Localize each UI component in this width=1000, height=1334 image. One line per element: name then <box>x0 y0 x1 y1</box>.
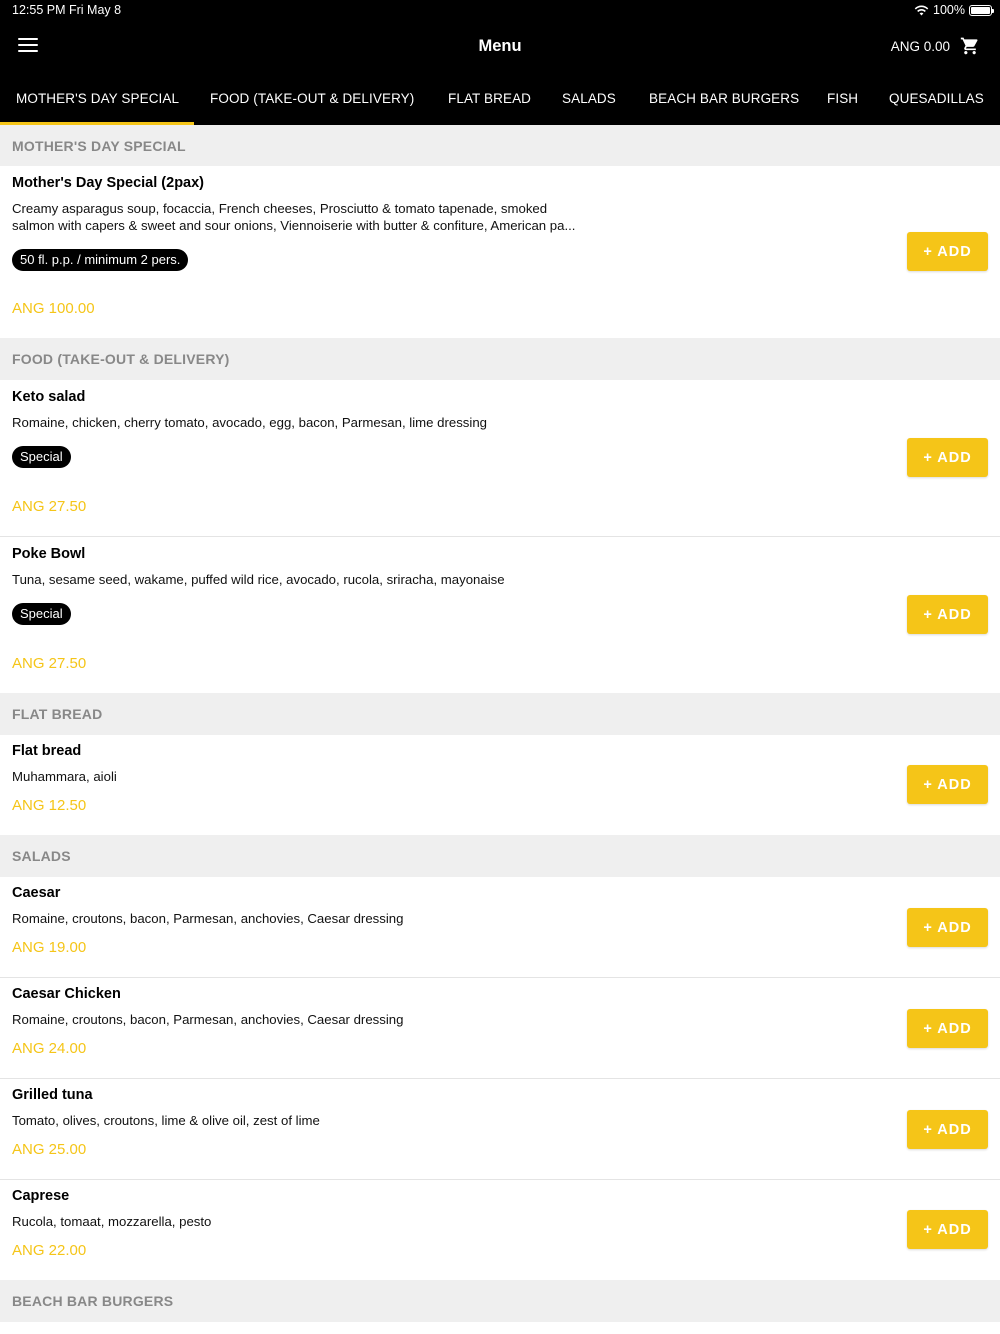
section-header: BEACH BAR BURGERS <box>0 1280 1000 1322</box>
category-tabs: MOTHER'S DAY SPECIAL FOOD (TAKE-OUT & DE… <box>0 72 1000 125</box>
top-bar: 12:55 PM Fri May 8 100% Menu ANG 0.00 MO… <box>0 0 1000 125</box>
item-description: Rucola, tomaat, mozzarella, pesto <box>12 1214 212 1229</box>
add-button[interactable]: + ADD <box>907 438 988 477</box>
item-price: ANG 24.00 <box>12 1040 87 1057</box>
item-badge: Special <box>12 603 71 625</box>
section-header: SALADS <box>0 835 1000 877</box>
add-button[interactable]: + ADD <box>907 765 988 804</box>
item-name: Poke Bowl <box>12 546 86 562</box>
item-description: Tuna, sesame seed, wakame, puffed wild r… <box>12 572 505 587</box>
item-badge: 50 fl. p.p. / minimum 2 pers. <box>12 249 189 271</box>
item-name: Flat bread <box>12 743 82 759</box>
tab-mothers-day-special[interactable]: MOTHER'S DAY SPECIAL <box>0 72 194 125</box>
battery-icon <box>969 4 994 16</box>
item-price: ANG 27.50 <box>12 655 87 672</box>
menu-item: Flat bread Muhammara, aioli ANG 12.50 + … <box>0 735 1000 835</box>
item-description: Romaine, croutons, bacon, Parmesan, anch… <box>12 1012 404 1027</box>
item-description: Muhammara, aioli <box>12 769 117 784</box>
menu-item: Caprese Rucola, tomaat, mozzarella, pest… <box>0 1180 1000 1280</box>
shopping-cart-icon[interactable] <box>960 36 980 56</box>
item-description: Romaine, chicken, cherry tomato, avocado… <box>12 415 487 430</box>
add-button[interactable]: + ADD <box>907 1110 988 1149</box>
add-button[interactable]: + ADD <box>907 1009 988 1048</box>
item-price: ANG 12.50 <box>12 797 87 814</box>
item-badge: Special <box>12 446 71 468</box>
menu-item: Keto salad Romaine, chicken, cherry toma… <box>0 380 1000 537</box>
item-name: Grilled tuna <box>12 1087 93 1103</box>
item-price: ANG 27.50 <box>12 498 87 515</box>
item-name: Caesar Chicken <box>12 986 121 1002</box>
status-right: 100% <box>914 3 994 17</box>
page-title: Menu <box>478 37 522 55</box>
menu-item: Grilled tuna Tomato, olives, croutons, l… <box>0 1079 1000 1180</box>
menu-list: MOTHER'S DAY SPECIAL Mother's Day Specia… <box>0 125 1000 1322</box>
item-description: Creamy asparagus soup, focaccia, French … <box>12 200 575 234</box>
menu-item: Caesar Romaine, croutons, bacon, Parmesa… <box>0 877 1000 978</box>
cart-total[interactable]: ANG 0.00 <box>891 39 950 54</box>
tab-quesadillas[interactable]: QUESADILLAS <box>873 72 1000 125</box>
menu-item: Caesar Chicken Romaine, croutons, bacon,… <box>0 978 1000 1079</box>
item-description: Romaine, croutons, bacon, Parmesan, anch… <box>12 911 404 926</box>
item-price: ANG 100.00 <box>12 300 95 317</box>
section-header: FOOD (TAKE-OUT & DELIVERY) <box>0 338 1000 380</box>
add-button[interactable]: + ADD <box>907 1210 988 1249</box>
tab-food-take-out-delivery[interactable]: FOOD (TAKE-OUT & DELIVERY) <box>194 72 432 125</box>
add-button[interactable]: + ADD <box>907 595 988 634</box>
item-price: ANG 19.00 <box>12 939 87 956</box>
section-header: MOTHER'S DAY SPECIAL <box>0 125 1000 166</box>
tab-fish[interactable]: FISH <box>811 72 873 125</box>
item-name: Mother's Day Special (2pax) <box>12 175 205 191</box>
menu-item: Poke Bowl Tuna, sesame seed, wakame, puf… <box>0 537 1000 693</box>
item-price: ANG 25.00 <box>12 1141 87 1158</box>
tab-beach-bar-burgers[interactable]: BEACH BAR BURGERS <box>633 72 811 125</box>
status-date: Fri May 8 <box>69 3 122 17</box>
status-time: 12:55 PM <box>12 3 66 17</box>
tab-flat-bread[interactable]: FLAT BREAD <box>432 72 546 125</box>
section-header: FLAT BREAD <box>0 693 1000 735</box>
item-name: Caprese <box>12 1188 70 1204</box>
item-description: Tomato, olives, croutons, lime & olive o… <box>12 1113 320 1128</box>
nav-bar: Menu ANG 0.00 <box>0 22 1000 72</box>
status-bar: 12:55 PM Fri May 8 100% <box>0 0 1000 22</box>
menu-item: Mother's Day Special (2pax) Creamy aspar… <box>0 166 1000 338</box>
add-button[interactable]: + ADD <box>907 232 988 271</box>
item-description-line: Creamy asparagus soup, focaccia, French … <box>12 201 548 216</box>
wifi-icon <box>914 5 929 15</box>
tab-salads[interactable]: SALADS <box>546 72 633 125</box>
item-name: Keto salad <box>12 389 86 405</box>
add-button[interactable]: + ADD <box>907 908 988 947</box>
item-name: Caesar <box>12 885 61 901</box>
item-price: ANG 22.00 <box>12 1242 87 1259</box>
item-description-line: salmon with capers & sweet and sour onio… <box>12 218 576 233</box>
battery-percent: 100% <box>933 3 965 17</box>
